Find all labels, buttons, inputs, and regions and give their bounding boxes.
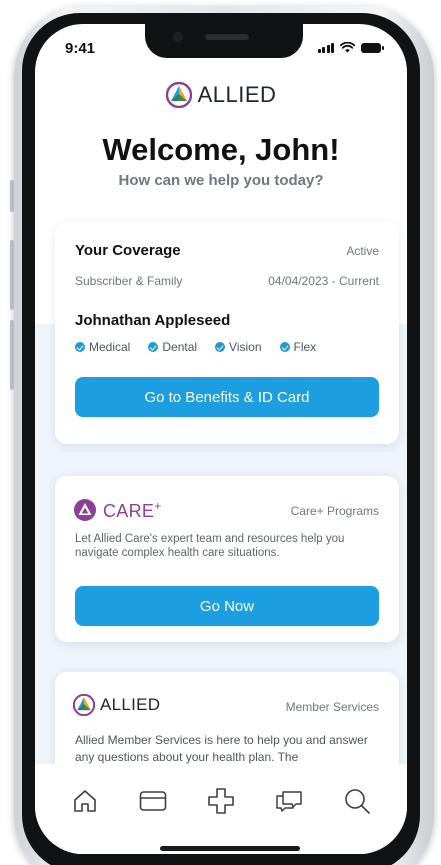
brand-logo: ALLIED [35, 82, 407, 108]
member-services-description: Allied Member Services is here to help y… [75, 733, 368, 764]
care-plus-card: CARE+ Care+ Programs Let Allied Care's e… [55, 476, 399, 642]
welcome-heading: Welcome, John! [102, 132, 340, 167]
wifi-icon [340, 42, 355, 53]
check-icon [148, 342, 159, 352]
home-indicator [160, 846, 300, 851]
check-icon [279, 342, 290, 352]
benefit-label: Dental [162, 340, 198, 354]
member-name-row: Johnathan Appleseed [75, 312, 379, 329]
member-name: Johnathan Appleseed [75, 312, 231, 329]
benefit-list: Medical Dental Vision Flex [75, 340, 316, 354]
benefit-label: Medical [89, 340, 131, 354]
benefit-label: Vision [229, 340, 262, 354]
brand-name: ALLIED [197, 82, 277, 107]
medical-cross-icon [208, 788, 234, 814]
bottom-nav [35, 764, 407, 854]
nav-care[interactable] [201, 784, 241, 818]
battery-icon [361, 43, 384, 53]
coverage-header: Your Coverage Active [75, 242, 379, 259]
go-now-button[interactable]: Go Now [75, 586, 379, 626]
care-programs-label: Care+ Programs [290, 504, 379, 518]
check-icon [215, 342, 226, 352]
check-icon [75, 342, 85, 352]
card-icon [139, 791, 167, 811]
coverage-title: Your Coverage [75, 242, 181, 259]
benefit-dental: Dental [148, 340, 197, 354]
member-services-label: Member Services [285, 700, 379, 714]
allied-logo-icon [165, 82, 192, 108]
nav-home[interactable] [65, 784, 105, 818]
coverage-plan: Subscriber & Family [75, 274, 183, 288]
benefits-id-card-button[interactable]: Go to Benefits & ID Card [75, 377, 379, 417]
welcome-subtitle: How can we help you today? [118, 172, 324, 189]
app-screen: 9:41 ALLIED Welcome, John! How can we he… [35, 24, 407, 854]
home-icon [74, 790, 96, 812]
coverage-dates: 04/04/2023 - Current [268, 274, 379, 288]
nav-search[interactable] [337, 784, 377, 818]
status-time: 9:41 [65, 40, 96, 57]
nav-card[interactable] [133, 784, 173, 818]
care-label-row: Care+ Programs [75, 504, 379, 518]
chat-icon [276, 791, 302, 812]
front-camera [173, 32, 183, 42]
nav-messages[interactable] [269, 784, 309, 818]
status-icons [317, 42, 384, 53]
benefit-medical: Medical [75, 340, 130, 354]
coverage-card: Your Coverage Active Subscriber & Family… [55, 222, 399, 444]
coverage-status: Active [346, 244, 379, 258]
signal-icon [317, 43, 334, 53]
benefit-vision: Vision [215, 340, 262, 354]
member-label-row: Member Services [75, 700, 379, 714]
mute-switch [10, 180, 14, 212]
search-icon [345, 789, 370, 814]
volume-down-button [10, 320, 14, 390]
benefit-label: Flex [293, 340, 317, 354]
notch [145, 24, 303, 58]
earpiece-speaker [205, 34, 249, 40]
volume-up-button [10, 240, 14, 310]
care-description: Let Allied Care's expert team and resour… [75, 533, 345, 559]
coverage-plan-row: Subscriber & Family 04/04/2023 - Current [75, 274, 379, 288]
benefit-flex: Flex [279, 340, 317, 354]
